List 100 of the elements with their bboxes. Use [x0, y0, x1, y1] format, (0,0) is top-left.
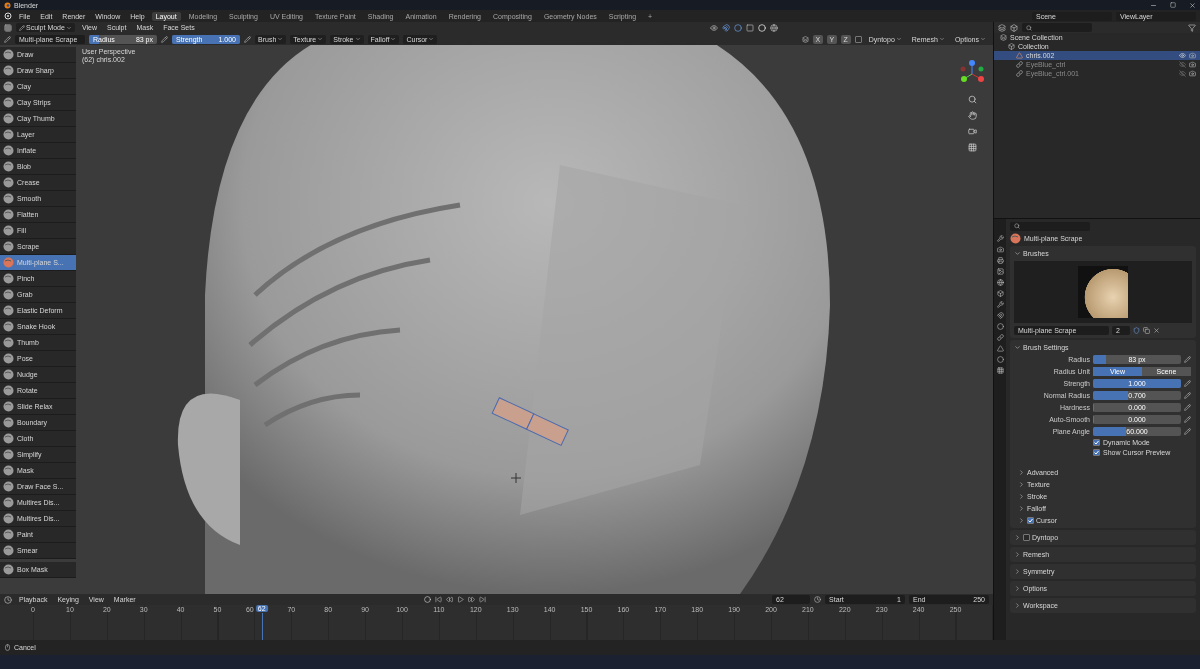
fast-forward-icon	[468, 596, 476, 603]
brush-icon	[3, 353, 14, 364]
pen-pressure-icon	[1184, 392, 1191, 399]
camera-icon	[1189, 52, 1196, 59]
filter-icon	[1188, 23, 1196, 32]
checkbox[interactable]	[1093, 449, 1100, 456]
brush-icon	[3, 564, 14, 575]
properties-tab-icon[interactable]	[996, 246, 1004, 253]
caret-icon	[980, 36, 986, 42]
properties-tab-icon[interactable]	[996, 301, 1004, 308]
brush-icon	[3, 465, 14, 476]
brush-icon	[3, 65, 14, 76]
caret-icon	[938, 36, 945, 42]
item-type-icon	[1008, 43, 1015, 50]
overlay-icon	[734, 23, 742, 32]
properties-tab-icon[interactable]	[996, 312, 1004, 319]
stopwatch-icon	[814, 596, 821, 603]
search-icon	[1026, 24, 1032, 31]
brush-icon	[3, 193, 14, 204]
brush-icon	[3, 241, 14, 252]
properties-tab-icon[interactable]	[996, 323, 1004, 330]
grid-icon[interactable]	[966, 141, 978, 153]
eye-closed-icon[interactable]	[1179, 70, 1186, 77]
properties-tab-icon[interactable]	[996, 334, 1004, 341]
shading-material-icon	[770, 23, 778, 32]
brush-icon	[19, 24, 25, 31]
brush-preview-image[interactable]	[1078, 266, 1128, 318]
brush-icon	[3, 417, 14, 428]
brush-icon	[3, 337, 14, 348]
pen-pressure-icon	[244, 35, 251, 43]
jump-start-icon	[435, 596, 443, 603]
item-type-icon	[1016, 61, 1023, 68]
pen-pressure-icon	[1184, 356, 1191, 363]
caret-icon	[895, 36, 902, 42]
properties-tab-icon[interactable]	[996, 290, 1004, 297]
pen-pressure-icon	[1184, 380, 1191, 387]
pen-pressure-icon	[1184, 416, 1191, 423]
visibility-icon	[710, 23, 718, 32]
brush-icon	[3, 145, 14, 156]
search-icon	[1014, 223, 1020, 229]
properties-tab-icon[interactable]	[996, 257, 1004, 264]
close-icon[interactable]	[1189, 1, 1196, 9]
checkbox[interactable]	[854, 35, 862, 43]
brush-icon	[3, 305, 14, 316]
camera-icon	[1189, 61, 1196, 68]
maximize-icon[interactable]	[1170, 2, 1176, 8]
shading-solid-icon	[758, 23, 766, 32]
cursor-crosshair-icon	[510, 472, 522, 484]
properties-tab-icon[interactable]	[996, 235, 1004, 242]
item-type-icon	[1016, 70, 1023, 77]
item-type-icon	[1000, 34, 1007, 41]
checkbox[interactable]	[1027, 517, 1034, 524]
display-mode-icon	[1010, 23, 1018, 32]
record-icon	[424, 596, 432, 603]
brush-icon	[3, 225, 14, 236]
item-type-icon	[1016, 52, 1023, 59]
editor-type-icon	[998, 23, 1006, 32]
brush-icon	[3, 81, 14, 92]
brush-icon	[3, 545, 14, 556]
brush-icon	[3, 481, 14, 492]
brush-icon	[3, 433, 14, 444]
brush-icon	[3, 113, 14, 124]
gizmo-icon	[722, 23, 730, 32]
brush-icon	[3, 369, 14, 380]
close-icon[interactable]	[1153, 327, 1160, 334]
camera-icon	[1189, 70, 1196, 77]
brush-icon	[3, 289, 14, 300]
brush-icon	[3, 513, 14, 524]
eye-icon[interactable]	[1179, 52, 1186, 59]
brush-icon	[3, 497, 14, 508]
checkbox[interactable]	[1093, 439, 1100, 446]
caret-icon	[428, 36, 435, 42]
brush-icon	[3, 385, 14, 396]
brush-icon	[4, 35, 11, 43]
symmetry-icon	[801, 35, 809, 43]
checkbox[interactable]	[1023, 534, 1030, 541]
brush-icon	[3, 529, 14, 540]
search-field[interactable]	[1022, 23, 1092, 32]
hand-icon[interactable]	[966, 109, 978, 121]
shield-icon[interactable]	[1133, 327, 1140, 334]
properties-tab-icon[interactable]	[996, 279, 1004, 286]
caret-icon	[317, 36, 324, 42]
pen-pressure-icon	[161, 35, 168, 43]
caret-icon	[390, 36, 397, 42]
brush-icon	[3, 273, 14, 284]
caret-icon	[65, 24, 72, 31]
brush-icon	[3, 257, 14, 268]
properties-tab-icon[interactable]	[996, 367, 1004, 374]
brush-icon	[1010, 233, 1021, 244]
play-icon	[457, 596, 465, 603]
brush-icon	[3, 321, 14, 332]
properties-tab-icon[interactable]	[996, 268, 1004, 275]
rewind-icon	[446, 596, 454, 603]
brush-icon	[3, 97, 14, 108]
clock-icon	[4, 595, 12, 604]
search-field[interactable]	[1010, 221, 1090, 231]
zoom-icon[interactable]	[966, 93, 978, 105]
eye-closed-icon[interactable]	[1179, 61, 1186, 68]
duplicate-icon[interactable]	[1143, 327, 1150, 334]
caret-icon	[354, 36, 361, 42]
